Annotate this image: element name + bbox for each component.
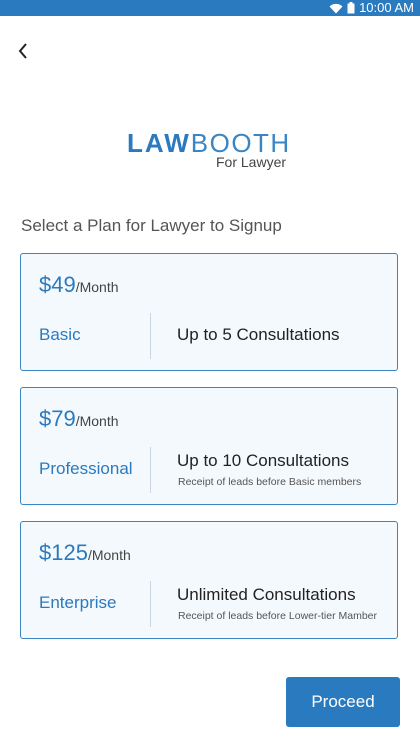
plan-card-professional[interactable]: $79/Month Professional Up to 10 Consulta… (20, 387, 398, 505)
price-amount: $79 (39, 406, 76, 431)
plan-card-basic[interactable]: $49/Month Basic Up to 5 Consultations (20, 253, 398, 371)
plan-name: Basic (39, 325, 81, 344)
divider (150, 313, 151, 359)
plan-price: $49/Month (39, 272, 119, 298)
back-button[interactable] (12, 38, 38, 64)
section-title: Select a Plan for Lawyer to Signup (21, 216, 282, 235)
price-amount: $125 (39, 540, 88, 565)
plan-card-enterprise[interactable]: $125/Month Enterprise Unlimited Consulta… (20, 521, 398, 639)
price-period: /Month (75, 279, 119, 295)
logo-law: LAW (127, 128, 191, 158)
plan-feature-note: Receipt of leads before Lower-tier Mambe… (178, 610, 378, 622)
status-icons: 10:00 AM (329, 0, 414, 16)
price-amount: $49 (39, 272, 76, 297)
divider (150, 447, 151, 493)
proceed-button[interactable]: Proceed (286, 677, 400, 727)
plan-feature: Up to 10 Consultations (177, 451, 349, 470)
plan-feature: Unlimited Consultations (177, 585, 356, 604)
divider (150, 581, 151, 627)
plan-feature-note: Receipt of leads before Basic members (178, 476, 362, 488)
status-time: 10:00 AM (359, 0, 414, 15)
price-period: /Month (75, 413, 119, 429)
price-period: /Month (87, 547, 131, 563)
plan-feature: Up to 5 Consultations (177, 325, 340, 344)
battery-icon (347, 2, 355, 14)
app-logo: LAWBOOTH For Lawyer (0, 128, 420, 178)
chevron-left-icon (18, 43, 27, 59)
plan-name: Enterprise (39, 593, 117, 612)
plan-name: Professional (39, 459, 133, 478)
wifi-icon (329, 3, 343, 14)
plan-price: $125/Month (39, 540, 131, 566)
plan-price: $79/Month (39, 406, 119, 432)
logo-subtitle: For Lawyer (216, 154, 287, 170)
status-bar: 10:00 AM (0, 0, 420, 16)
